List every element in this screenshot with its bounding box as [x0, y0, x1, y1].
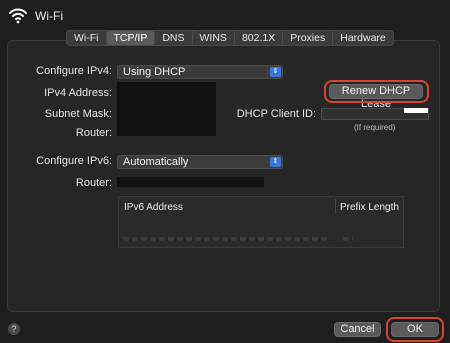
- router-label: Router:: [75, 127, 112, 139]
- configure-ipv4-value: Using DHCP: [123, 66, 186, 78]
- configure-ipv4-label: Configure IPv4:: [36, 65, 112, 77]
- tab-hardware[interactable]: Hardware: [333, 31, 393, 45]
- configure-ipv6-value: Automatically: [123, 156, 189, 168]
- tab-8021x[interactable]: 802.1X: [235, 31, 284, 45]
- window-header: Wi-Fi: [0, 0, 450, 32]
- ipv6-address-header: IPv6 Address: [124, 202, 183, 213]
- tab-tcpip[interactable]: TCP/IP: [106, 31, 156, 45]
- configure-ipv6-label: Configure IPv6:: [36, 155, 112, 167]
- cancel-button[interactable]: Cancel: [334, 322, 381, 337]
- ipv4-address-label: IPv4 Address:: [44, 87, 112, 99]
- renew-highlight-ring: [324, 80, 429, 103]
- chevron-up-down-icon: ⇕: [270, 67, 281, 77]
- configure-ipv6-select[interactable]: Automatically ⇕: [117, 155, 283, 169]
- configure-ipv4-select[interactable]: Using DHCP ⇕: [117, 65, 283, 79]
- tab-wifi[interactable]: Wi-Fi: [67, 31, 107, 45]
- chevron-up-down-icon: ⇕: [270, 157, 281, 167]
- tab-proxies[interactable]: Proxies: [283, 31, 334, 45]
- tab-dns[interactable]: DNS: [155, 31, 193, 45]
- if-required-hint: (If required): [354, 123, 396, 132]
- prefix-length-redacted: [343, 237, 353, 241]
- column-divider: [335, 199, 336, 213]
- ipv6-address-table: IPv6 Address Prefix Length: [118, 196, 404, 248]
- wifi-icon: [9, 8, 27, 24]
- prefix-length-header: Prefix Length: [340, 202, 399, 213]
- tab-wins[interactable]: WINS: [193, 31, 235, 45]
- dhcp-client-id-mark: [404, 108, 428, 113]
- ipv6-address-redacted: [123, 237, 328, 241]
- ok-highlight-ring: [386, 317, 444, 342]
- ipv4-values-redacted: [117, 82, 216, 136]
- ipv6-router-label: Router:: [75, 177, 112, 189]
- help-icon[interactable]: ?: [8, 323, 20, 335]
- window-title: Wi-Fi: [35, 9, 63, 23]
- ipv6-router-redacted: [117, 177, 264, 187]
- subnet-mask-label: Subnet Mask:: [44, 108, 112, 120]
- tab-bar: Wi-Fi TCP/IP DNS WINS 802.1X Proxies Har…: [66, 30, 394, 46]
- dhcp-client-id-label: DHCP Client ID:: [236, 108, 316, 120]
